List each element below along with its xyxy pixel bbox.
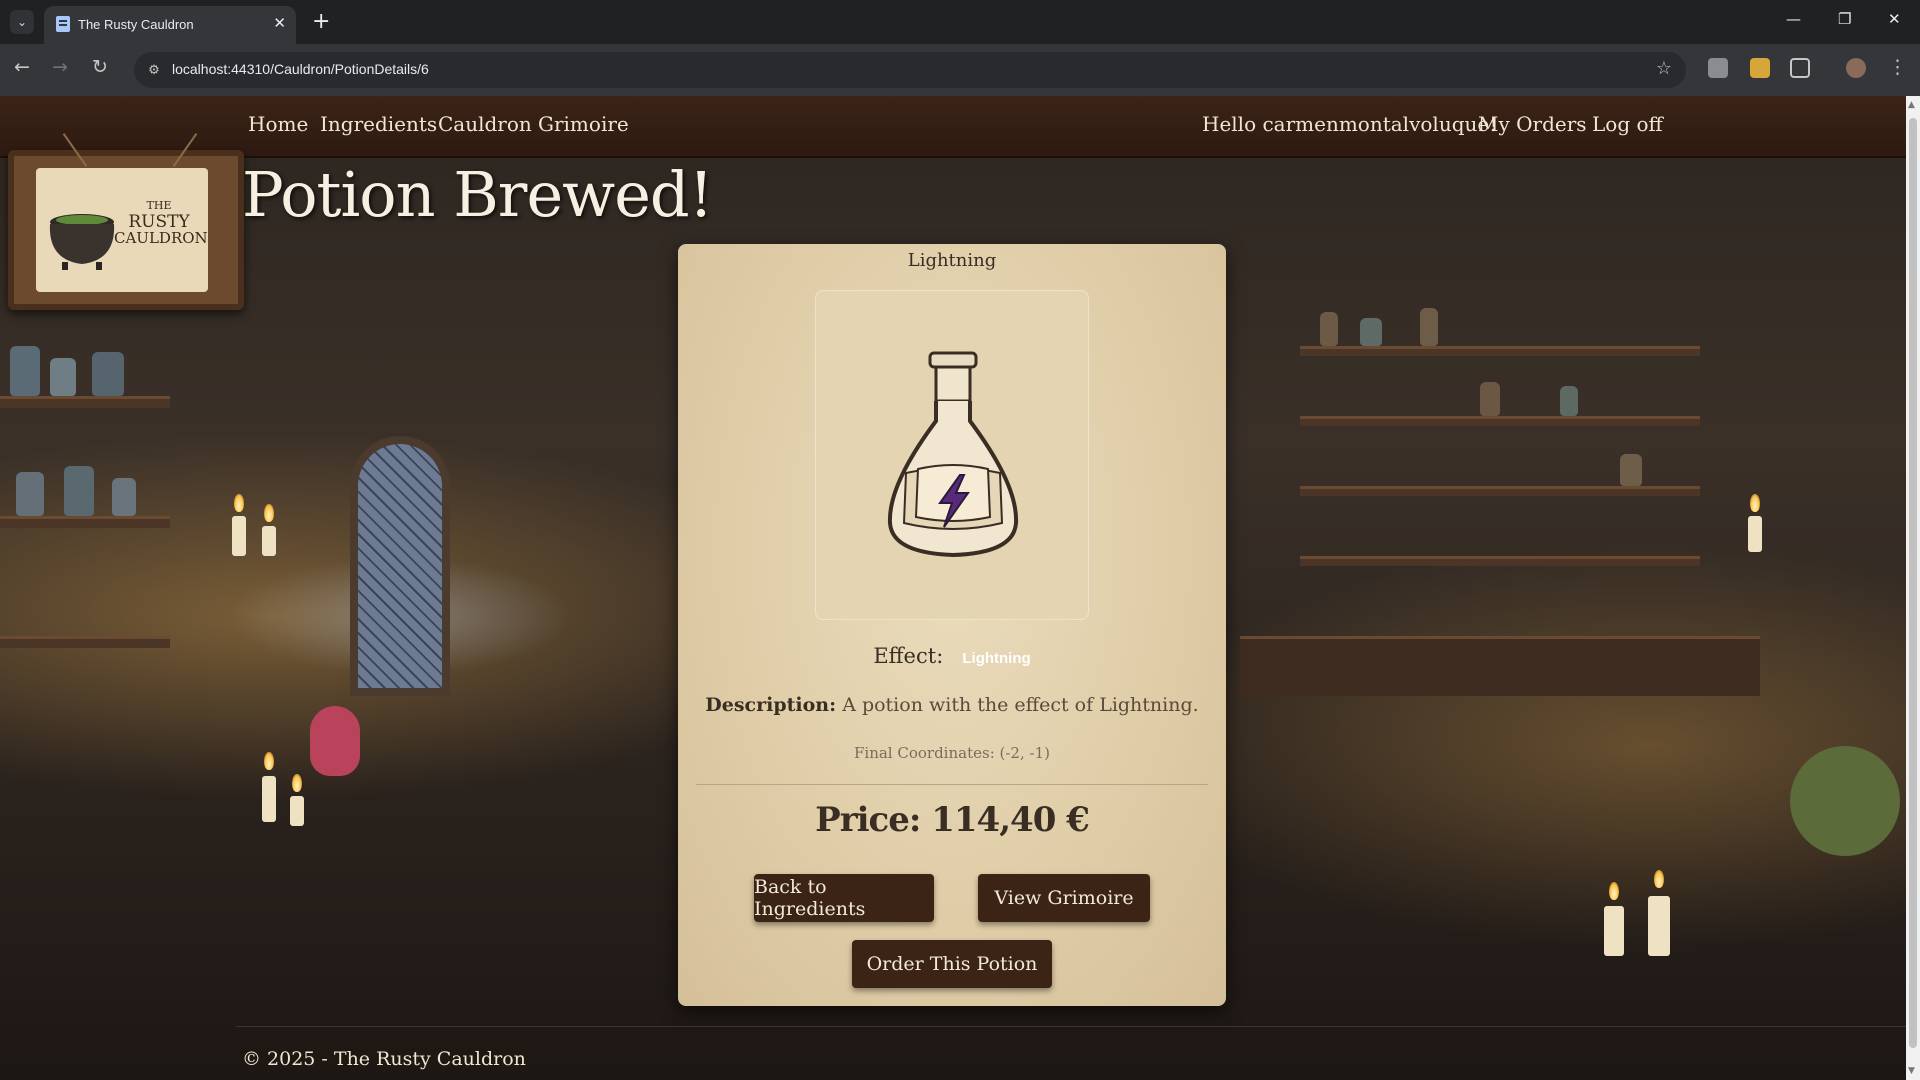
nav-my-orders[interactable]: My Orders [1478, 112, 1587, 136]
scroll-down-icon[interactable]: ▼ [1908, 1066, 1915, 1076]
url-text[interactable]: localhost:44310/Cauldron/PotionDetails/6 [172, 61, 429, 77]
tab-title: The Rusty Cauldron [78, 17, 194, 32]
potion-details-card: Lightning Effect: Lightning Description:… [678, 244, 1226, 1006]
effect-row: Effect: Lightning [678, 644, 1226, 668]
bookmark-star-icon[interactable]: ☆ [1656, 58, 1672, 79]
minimize-icon[interactable]: — [1786, 10, 1801, 28]
page-scrollbar[interactable]: ▲ ▼ [1906, 96, 1920, 1080]
nav-cauldron[interactable]: Cauldron [438, 112, 532, 136]
nav-home[interactable]: Home [248, 112, 308, 136]
restore-icon[interactable]: ❐ [1838, 10, 1851, 28]
potion-bottle-image [887, 351, 1019, 558]
page-viewport: Home Ingredients Cauldron Grimoire Hello… [0, 96, 1906, 1080]
nav-log-off[interactable]: Log off [1592, 112, 1663, 136]
cauldron-icon [49, 214, 115, 270]
scroll-up-icon[interactable]: ▲ [1908, 100, 1915, 110]
site-logo[interactable]: THE RUSTY CAULDRON [8, 133, 244, 310]
back-to-ingredients-button[interactable]: Back to Ingredients [754, 874, 934, 922]
description-label: Description: [705, 694, 837, 716]
nav-user-greeting[interactable]: Hello carmenmontalvoluque! [1202, 112, 1497, 136]
site-info-icon[interactable]: ⚙ [142, 58, 166, 82]
browser-toolbar: ← → ↻ ⚙ localhost:44310/Cauldron/PotionD… [0, 44, 1920, 96]
tab-close-icon[interactable]: ✕ [273, 14, 286, 32]
order-potion-button[interactable]: Order This Potion [852, 940, 1052, 988]
footer-divider [236, 1026, 1906, 1027]
potion-image-frame [815, 290, 1089, 620]
potion-name: Lightning [907, 250, 997, 271]
extension-icon[interactable] [1708, 58, 1728, 78]
page-title: Potion Brewed! [242, 158, 713, 231]
description-text: A potion with the effect of Lightning. [842, 694, 1199, 716]
address-bar[interactable]: ⚙ localhost:44310/Cauldron/PotionDetails… [134, 52, 1686, 88]
effect-badge: Lightning [962, 650, 1031, 667]
browser-menu-icon[interactable]: ⋮ [1888, 56, 1907, 78]
effect-label: Effect: [873, 644, 944, 668]
card-divider [696, 784, 1208, 785]
browser-tab-bar: ⌄ The Rusty Cauldron ✕ + — ❐ ✕ [0, 0, 1920, 44]
footer-copyright: © 2025 - The Rusty Cauldron [242, 1048, 526, 1070]
potion-description: Description: A potion with the effect of… [678, 694, 1226, 716]
forward-arrow-icon[interactable]: → [52, 56, 68, 78]
nav-ingredients[interactable]: Ingredients [320, 112, 437, 136]
site-navbar: Home Ingredients Cauldron Grimoire Hello… [0, 96, 1906, 158]
extension-pen-icon[interactable] [1750, 58, 1770, 78]
back-arrow-icon[interactable]: ← [14, 56, 30, 78]
tab-search-chevron-icon[interactable]: ⌄ [10, 10, 34, 34]
potion-price: Price: 114,40 € [815, 800, 1090, 840]
reload-icon[interactable]: ↻ [92, 56, 108, 78]
profile-avatar[interactable] [1846, 58, 1866, 78]
view-grimoire-button[interactable]: View Grimoire [978, 874, 1150, 922]
scrollbar-thumb[interactable] [1909, 118, 1917, 1048]
window-close-icon[interactable]: ✕ [1888, 10, 1901, 28]
new-tab-icon[interactable]: + [312, 9, 330, 34]
browser-tab[interactable]: The Rusty Cauldron ✕ [44, 6, 296, 44]
extensions-puzzle-icon[interactable] [1790, 58, 1810, 78]
final-coordinates: Final Coordinates: (-2, -1) [854, 744, 1050, 762]
logo-text: THE RUSTY CAULDRON [114, 199, 208, 247]
nav-grimoire[interactable]: Grimoire [538, 112, 629, 136]
page-favicon-icon [56, 16, 70, 32]
